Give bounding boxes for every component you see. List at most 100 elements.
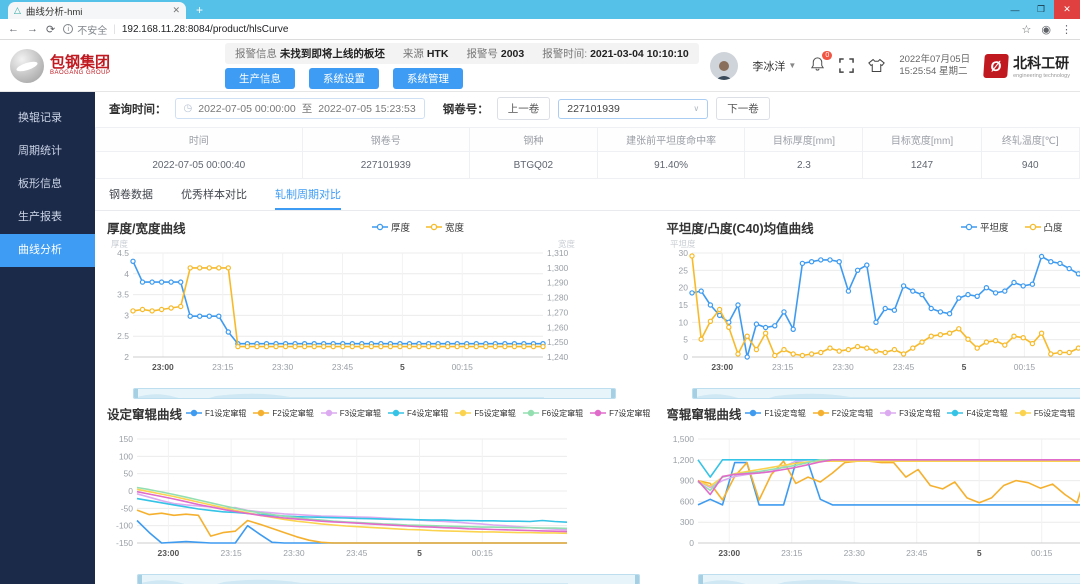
svg-text:23:15: 23:15 xyxy=(212,362,234,372)
svg-text:1,300: 1,300 xyxy=(547,263,569,273)
legend-item[interactable]: F7设定窜辊 xyxy=(590,408,650,419)
svg-text:5: 5 xyxy=(977,548,982,558)
sidebar-item-cycle-stats[interactable]: 周期统计 xyxy=(0,135,95,168)
svg-text:23:15: 23:15 xyxy=(221,548,243,558)
svg-text:厚度: 厚度 xyxy=(111,239,129,249)
ssl-status[interactable]: i 不安全 xyxy=(63,22,107,37)
prev-coil-button[interactable]: 上一卷 xyxy=(496,97,551,120)
table-row[interactable]: 2022-07-05 00:00:40 227101939 BTGQ02 91.… xyxy=(95,151,1080,179)
svg-text:1,280: 1,280 xyxy=(547,293,569,303)
datazoom-slider[interactable] xyxy=(698,574,1080,584)
screen: △ 曲线分析-hmi ✕ + — ❐ ✕ ← → ⟳ i 不安全 | 192.1… xyxy=(0,0,1080,585)
svg-text:0: 0 xyxy=(128,486,133,496)
coil-select[interactable]: 227101939 ∨ xyxy=(558,98,709,119)
datazoom-handle-left[interactable] xyxy=(699,575,704,584)
profile-icon[interactable]: ◉ xyxy=(1041,23,1051,36)
cell-target-thickness: 2.3 xyxy=(744,151,864,179)
fullscreen-icon[interactable] xyxy=(839,58,855,73)
new-tab-button[interactable]: + xyxy=(196,3,203,19)
legend-item[interactable]: 厚度 xyxy=(371,220,410,234)
legend-item[interactable]: 宽度 xyxy=(425,220,464,234)
tab-coil-data[interactable]: 钢卷数据 xyxy=(109,186,153,210)
legend-item[interactable]: F6设定窜辊 xyxy=(522,408,583,419)
svg-text:23:30: 23:30 xyxy=(272,362,294,372)
system-admin-button[interactable]: 系统管理 xyxy=(393,67,463,89)
chart-legend: 平坦度 凸度 xyxy=(814,220,1080,234)
menu-dots-icon[interactable]: ⋮ xyxy=(1061,23,1072,36)
svg-text:1,200: 1,200 xyxy=(673,455,695,465)
chart-legend: F1设定窜辊 F2设定窜辊 F3设定窜辊 F4设定窜辊 F5设定窜辊 F6设定窜辊 F7设定… xyxy=(186,408,650,419)
tab-sample-compare[interactable]: 优秀样本对比 xyxy=(181,186,247,210)
chart-svg: 150 100 50 0 -50 -100 -150 23:00 23:15 23:30 23:45… xyxy=(116,434,568,558)
legend-item[interactable]: F1设定窜辊 xyxy=(186,408,246,419)
user-avatar[interactable] xyxy=(710,51,739,80)
legend-item[interactable]: F3设定窜辊 xyxy=(320,408,381,419)
svg-text:5: 5 xyxy=(400,362,405,372)
legend-item[interactable]: F3设定弯辊 xyxy=(880,408,940,419)
notifications-button[interactable]: 0 xyxy=(810,51,833,75)
chart-canvas-flatness-crown: 3025201510508075706560555045凸度平坦度23:0023… xyxy=(666,237,1080,399)
sidebar-item-curve-analysis[interactable]: 曲线分析 xyxy=(0,234,95,267)
tab-close-icon[interactable]: ✕ xyxy=(172,5,180,16)
legend-item[interactable]: 平坦度 xyxy=(960,220,1009,234)
reload-icon[interactable]: ⟳ xyxy=(46,23,55,36)
datazoom-handle-left[interactable] xyxy=(134,389,138,398)
svg-text:4.5: 4.5 xyxy=(117,248,129,258)
datazoom-slider[interactable] xyxy=(137,574,641,584)
baogang-logo-icon xyxy=(10,48,44,83)
datazoom-handle-right[interactable] xyxy=(635,575,640,584)
user-name[interactable]: 李冰洋 ▼ xyxy=(752,58,796,74)
svg-text:10: 10 xyxy=(679,317,689,327)
chart-panel-thickness-width: 厚度/宽度曲线 厚度 宽度 4.5 4 3.5 3 2.5 2 1,310 1,300 1,290… xyxy=(107,217,650,399)
sidebar: 换辊记录 周期统计 板形信息 生产报表 曲线分析 xyxy=(0,92,95,584)
forward-icon[interactable]: → xyxy=(27,23,38,35)
datazoom-slider[interactable] xyxy=(133,388,617,399)
legend-item[interactable]: F5设定窜辊 xyxy=(455,408,516,419)
svg-text:2: 2 xyxy=(124,352,129,362)
datazoom-slider[interactable] xyxy=(692,388,1080,399)
alarm-code-value: 2003 xyxy=(500,47,525,60)
brand-subtitle: BAOGANG GROUP xyxy=(50,70,111,76)
time-from-value[interactable]: 2022-07-05 00:00:00 xyxy=(198,103,296,115)
window-controls: — ❐ ✕ xyxy=(1002,0,1080,19)
url-text: 192.168.11.28:8084/product/hlsCurve xyxy=(121,23,289,35)
tab-rolling-cycle-compare[interactable]: 轧制周期对比 xyxy=(275,186,341,210)
browser-tab[interactable]: △ 曲线分析-hmi ✕ xyxy=(8,2,186,19)
legend-marker-icon xyxy=(745,409,762,417)
legend-item[interactable]: F2设定窜辊 xyxy=(253,408,314,419)
divider: | xyxy=(113,23,116,35)
notification-badge: 0 xyxy=(822,51,833,60)
system-settings-button[interactable]: 系统设置 xyxy=(309,67,379,89)
window-minimize-button[interactable]: — xyxy=(1002,0,1028,19)
back-icon[interactable]: ← xyxy=(8,23,19,35)
production-info-button[interactable]: 生产信息 xyxy=(225,67,295,89)
datazoom-handle-right[interactable] xyxy=(611,389,616,398)
cell-steel-grade: BTGQ02 xyxy=(468,151,598,179)
legend-item[interactable]: F2设定弯辊 xyxy=(812,408,873,419)
window-close-button[interactable]: ✕ xyxy=(1054,0,1080,19)
time-to-value[interactable]: 2022-07-05 15:23:53 xyxy=(318,103,416,115)
datazoom-handle-left[interactable] xyxy=(693,389,698,398)
legend-item[interactable]: F4设定窜辊 xyxy=(388,408,448,419)
chevron-down-icon: ▼ xyxy=(788,61,797,70)
legend-marker-icon xyxy=(960,223,977,231)
sidebar-item-production-report[interactable]: 生产报表 xyxy=(0,201,95,234)
datazoom-handle-left[interactable] xyxy=(138,575,142,584)
legend-item[interactable]: F1设定弯辊 xyxy=(745,408,806,419)
legend-item[interactable]: F4设定弯辊 xyxy=(947,408,1008,419)
time-range-input[interactable]: ◷ 2022-07-05 00:00:00 至 2022-07-05 15:23… xyxy=(174,98,425,119)
theme-shirt-icon[interactable] xyxy=(868,58,886,73)
next-coil-button[interactable]: 下一卷 xyxy=(716,97,770,120)
window-maximize-button[interactable]: ❐ xyxy=(1028,0,1054,19)
sidebar-item-roll-change[interactable]: 换辊记录 xyxy=(0,102,95,135)
bookmark-star-icon[interactable]: ☆ xyxy=(1022,23,1032,36)
time-range-separator: 至 xyxy=(301,103,313,115)
sidebar-item-shape-info[interactable]: 板形信息 xyxy=(0,168,95,201)
legend-item[interactable]: F5设定弯辊 xyxy=(1014,408,1075,419)
legend-marker-icon xyxy=(455,409,472,417)
avatar-person-icon xyxy=(716,60,733,80)
legend-marker-icon xyxy=(388,409,405,417)
url-input[interactable]: i 不安全 | 192.168.11.28:8084/product/hlsCu… xyxy=(63,21,1014,37)
legend-item[interactable]: 凸度 xyxy=(1024,220,1063,234)
svg-text:23:30: 23:30 xyxy=(283,548,305,558)
